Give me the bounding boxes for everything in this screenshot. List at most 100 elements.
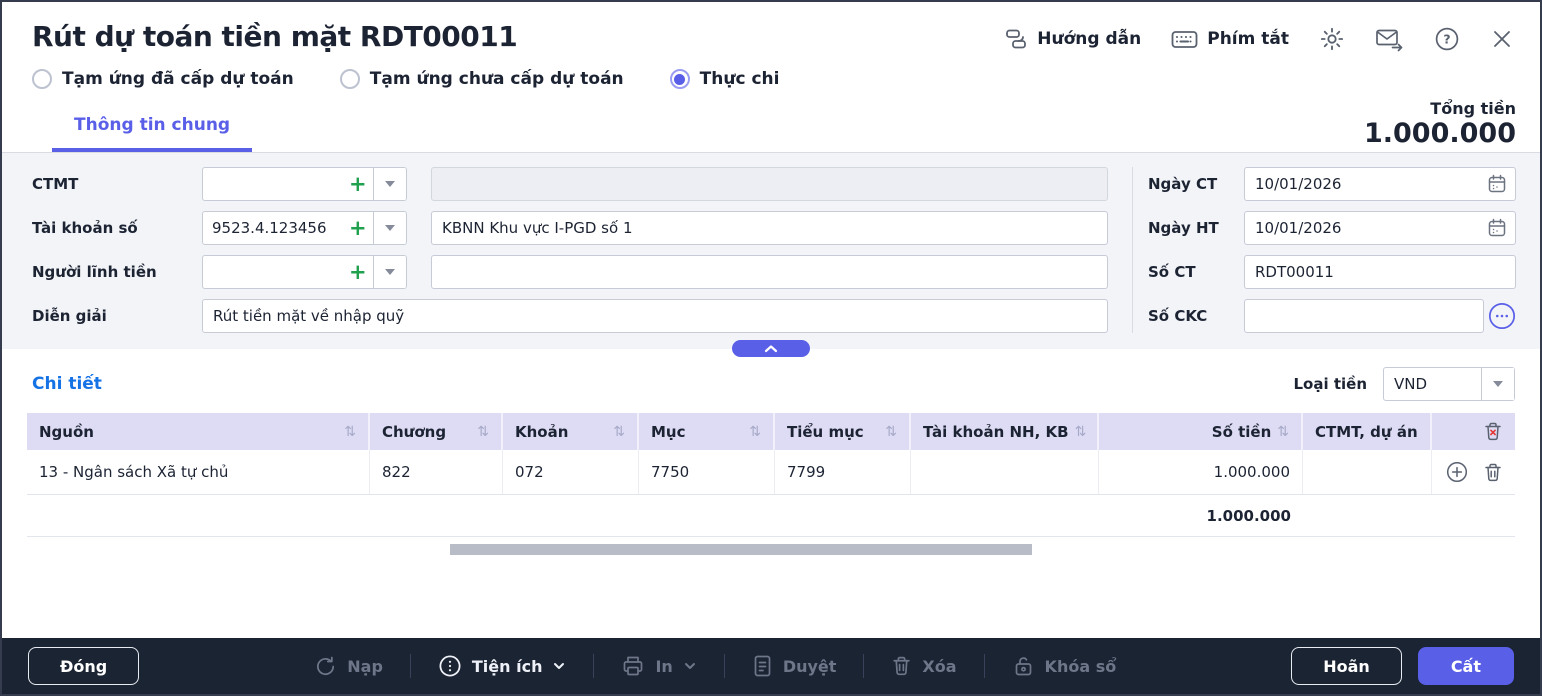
cell-tieu-muc[interactable]: 7799	[775, 450, 911, 494]
radio-circle-icon	[32, 69, 52, 89]
table-row: 13 - Ngân sách Xã tự chủ 822 072 7750 77…	[27, 450, 1515, 495]
cell-tai-khoan-nh-kb[interactable]	[911, 450, 1099, 494]
delete-button[interactable]: Xóa	[891, 655, 957, 677]
cell-so-tien[interactable]: 1.000.000	[1099, 450, 1303, 494]
account-input[interactable]	[203, 212, 349, 244]
col-header-chuong[interactable]: Chương ⇅	[370, 413, 503, 450]
lock-button[interactable]: Khóa sổ	[1012, 654, 1117, 678]
col-header-ctmt-du-an[interactable]: CTMT, dự án	[1303, 413, 1432, 450]
col-header-so-tien[interactable]: Số tiền ⇅	[1099, 413, 1303, 450]
ckc-number-input[interactable]	[1244, 299, 1484, 333]
payee-name-field[interactable]	[431, 255, 1108, 289]
more-options-icon[interactable]	[1488, 302, 1516, 330]
save-button[interactable]: Cất	[1417, 647, 1514, 685]
doc-date-label: Ngày CT	[1148, 175, 1218, 193]
table-total-row: 1.000.000	[27, 495, 1515, 537]
posting-date-input[interactable]	[1244, 211, 1516, 245]
cell-chuong[interactable]: 822	[370, 450, 503, 494]
shortcuts-link[interactable]: Phím tắt	[1171, 29, 1289, 50]
radio-tam-ung-chua-cap[interactable]: Tạm ứng chưa cấp dự toán	[339, 69, 624, 89]
toolbar-right: Hoãn Cất	[1291, 647, 1514, 685]
currency-select[interactable]: VND	[1383, 367, 1515, 401]
guide-label: Hướng dẫn	[1037, 29, 1142, 49]
toolbar-center: Nạp Tiện ích In Duyệt Xóa Khóa sổ	[139, 654, 1291, 678]
col-header-tai-khoan-nh-kb[interactable]: Tài khoản NH, KB ⇅	[911, 413, 1099, 450]
tab-general-info[interactable]: Thông tin chung	[52, 115, 253, 152]
guide-icon	[1004, 27, 1028, 51]
print-button[interactable]: In	[621, 654, 696, 678]
payee-input[interactable]	[203, 256, 349, 288]
payee-dropdown-button[interactable]	[373, 256, 406, 288]
calendar-icon[interactable]	[1487, 174, 1507, 194]
col-header-khoan[interactable]: Khoản ⇅	[503, 413, 639, 450]
total-spacer	[503, 495, 639, 536]
add-ctmt-icon[interactable]: +	[349, 168, 373, 200]
cell-khoan[interactable]: 072	[503, 450, 639, 494]
tab-row: Thông tin chung Tổng tiền 1.000.000	[2, 89, 1540, 153]
add-account-icon[interactable]: +	[349, 212, 373, 244]
table-total-amount: 1.000.000	[1206, 506, 1291, 525]
radio-thuc-chi[interactable]: Thực chi	[669, 69, 779, 89]
add-row-icon[interactable]	[1446, 461, 1468, 483]
printer-icon	[621, 654, 645, 678]
currency-dropdown-button[interactable]	[1481, 368, 1514, 400]
account-name-field[interactable]	[431, 211, 1108, 245]
doc-date-input[interactable]	[1244, 167, 1516, 201]
col-header-label: Chương	[382, 422, 447, 441]
ctmt-combo: +	[202, 167, 407, 201]
payee-label: Người lĩnh tiền	[32, 263, 157, 281]
total-spacer	[639, 495, 775, 536]
add-payee-icon[interactable]: +	[349, 256, 373, 288]
delete-row-icon[interactable]	[1483, 462, 1503, 483]
table-header-row: Nguồn ⇅ Chương ⇅ Khoản ⇅ Mục ⇅ Tiểu mục …	[27, 413, 1515, 450]
ctmt-input[interactable]	[203, 168, 349, 200]
cell-ctmt-du-an[interactable]	[1303, 450, 1432, 494]
total-spacer	[1432, 495, 1515, 536]
grand-total: Tổng tiền 1.000.000	[1364, 99, 1516, 152]
utilities-button[interactable]: Tiện ích	[438, 654, 567, 678]
ctmt-dropdown-button[interactable]	[373, 168, 406, 200]
currency-control: Loại tiền VND	[1293, 367, 1515, 401]
delete-all-rows-icon[interactable]	[1483, 421, 1503, 442]
calendar-icon[interactable]	[1487, 218, 1507, 238]
detail-title: Chi tiết	[32, 374, 102, 394]
postpone-button[interactable]: Hoãn	[1291, 647, 1402, 685]
cell-nguon[interactable]: 13 - Ngân sách Xã tự chủ	[27, 450, 370, 494]
description-input[interactable]	[202, 299, 1108, 333]
help-icon[interactable]: ?	[1434, 26, 1460, 52]
bottom-toolbar: Đóng Nạp Tiện ích In Duyệt Xóa Khóa sổ H…	[2, 638, 1540, 694]
close-icon[interactable]	[1490, 27, 1514, 51]
mail-send-icon[interactable]	[1375, 27, 1404, 52]
titlebar-actions: Hướng dẫn Phím tắt ?	[1004, 18, 1514, 52]
delete-label: Xóa	[922, 656, 957, 676]
doc-number-input[interactable]	[1244, 255, 1516, 289]
lock-label: Khóa sổ	[1044, 656, 1117, 676]
gear-icon[interactable]	[1319, 26, 1345, 52]
account-dropdown-button[interactable]	[373, 212, 406, 244]
voucher-window: Rút dự toán tiền mặt RDT00011 Hướng dẫn	[0, 0, 1542, 696]
guide-link[interactable]: Hướng dẫn	[1004, 27, 1141, 51]
scrollbar-thumb[interactable]	[450, 544, 1032, 555]
approve-button[interactable]: Duyệt	[752, 654, 836, 678]
collapse-panel-button[interactable]	[732, 340, 810, 357]
radio-circle-selected-icon	[669, 69, 690, 89]
close-button[interactable]: Đóng	[28, 647, 140, 685]
col-header-label: Khoản	[515, 422, 569, 441]
form-left-section: CTMT + Tài khoản số + Người lĩnh tiền +	[32, 167, 1108, 333]
refresh-icon	[314, 655, 337, 678]
cell-muc[interactable]: 7750	[639, 450, 775, 494]
radio-tam-ung-da-cap[interactable]: Tạm ứng đã cấp dự toán	[32, 69, 294, 89]
col-header-tieu-muc[interactable]: Tiểu mục ⇅	[775, 413, 911, 450]
reload-button[interactable]: Nạp	[314, 655, 383, 678]
detail-table: Nguồn ⇅ Chương ⇅ Khoản ⇅ Mục ⇅ Tiểu mục …	[27, 413, 1515, 537]
payee-combo: +	[202, 255, 407, 289]
svg-text:?: ?	[1443, 32, 1450, 47]
title-bar: Rút dự toán tiền mặt RDT00011 Hướng dẫn	[2, 2, 1540, 53]
col-header-muc[interactable]: Mục ⇅	[639, 413, 775, 450]
utilities-label: Tiện ích	[471, 656, 543, 676]
chevron-down-icon	[385, 225, 395, 231]
total-spacer	[1303, 495, 1432, 536]
sort-icon: ⇅	[1074, 423, 1087, 440]
document-icon	[752, 654, 773, 678]
col-header-nguon[interactable]: Nguồn ⇅	[27, 413, 370, 450]
